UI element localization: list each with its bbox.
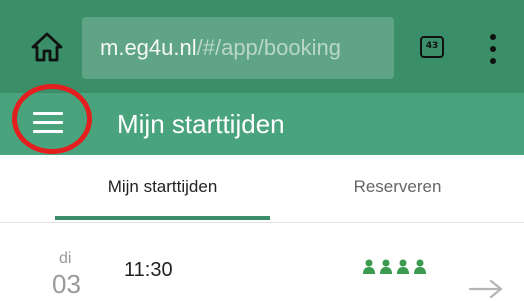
booking-day-name: di bbox=[59, 250, 72, 267]
player-icon bbox=[380, 259, 392, 274]
browser-toolbar: m.eg4u.nl/#/app/booking 43 bbox=[0, 0, 524, 93]
player-icon bbox=[397, 259, 409, 274]
home-button[interactable] bbox=[30, 29, 64, 63]
booking-time: 11:30 bbox=[124, 259, 173, 281]
address-bar[interactable]: m.eg4u.nl/#/app/booking bbox=[82, 17, 394, 79]
tab-label: Mijn starttijden bbox=[107, 177, 218, 196]
arrow-right-icon[interactable] bbox=[468, 277, 506, 301]
url-path: /#/app/booking bbox=[196, 35, 341, 60]
tab-mijn-starttijden[interactable]: Mijn starttijden bbox=[55, 155, 270, 222]
more-vert-icon[interactable] bbox=[488, 34, 498, 64]
home-icon bbox=[31, 32, 63, 62]
player-icon bbox=[414, 259, 426, 274]
page-title: Mijn starttijden bbox=[117, 109, 285, 139]
tab-switcher-button[interactable]: 43 bbox=[420, 36, 444, 58]
active-tab-indicator bbox=[55, 216, 270, 220]
tab-bar: Mijn starttijden Reserveren bbox=[0, 155, 524, 222]
hamburger-menu-icon[interactable] bbox=[33, 110, 63, 136]
booking-day-number: 03 bbox=[52, 269, 81, 299]
tab-count: 43 bbox=[425, 41, 439, 51]
tab-label: Reserveren bbox=[353, 177, 442, 196]
player-icon bbox=[363, 259, 375, 274]
app-header: Mijn starttijden bbox=[0, 93, 524, 155]
url-text: m.eg4u.nl/#/app/booking bbox=[100, 35, 341, 61]
url-host: m.eg4u.nl bbox=[100, 35, 197, 60]
tab-reserveren[interactable]: Reserveren bbox=[290, 155, 505, 222]
booking-row[interactable]: di 03 11:30 bbox=[0, 223, 524, 301]
